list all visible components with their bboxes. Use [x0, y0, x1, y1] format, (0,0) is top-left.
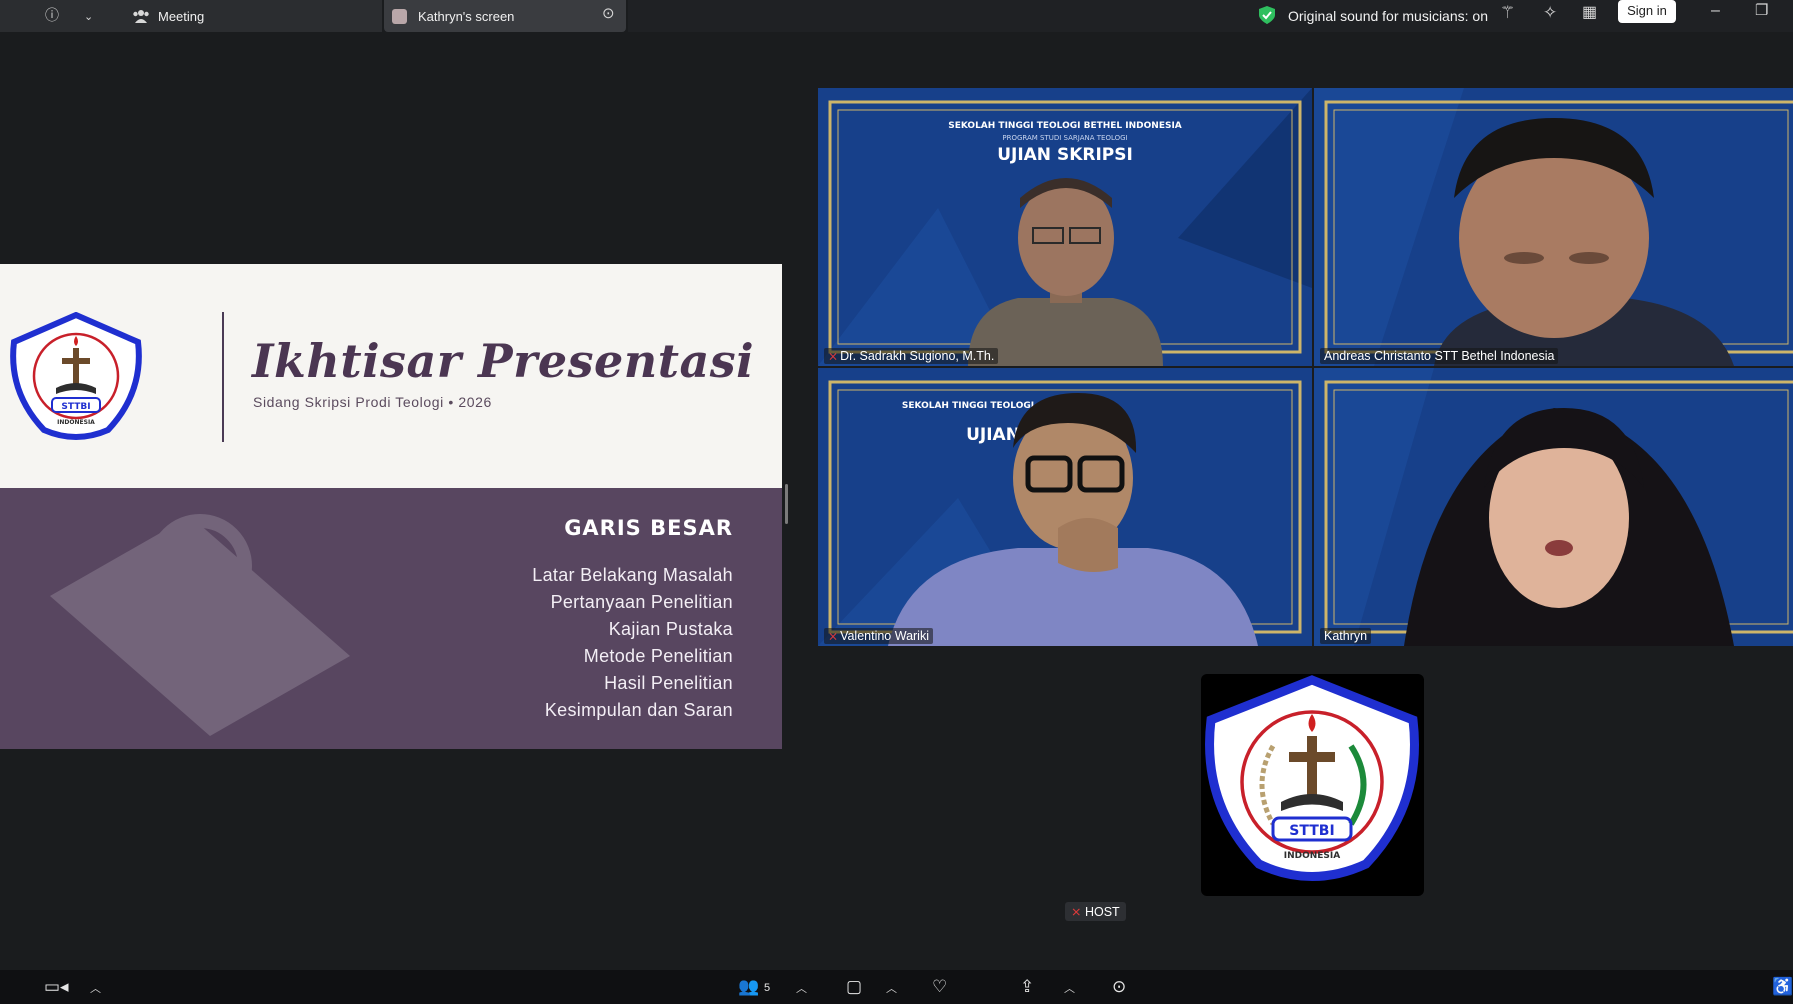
more-icon[interactable]: ⊙: [1112, 977, 1126, 997]
participant-name: ⨯ Valentino Wariki: [824, 628, 933, 644]
tile-background: SEKOLAH TINGGI TEOLOGI BETHEL INDONESIA …: [818, 88, 1312, 366]
magic-wand-icon[interactable]: ⚚: [1500, 4, 1515, 21]
meeting-tab-label: Meeting: [158, 9, 205, 24]
svg-text:STTBI: STTBI: [61, 402, 90, 412]
sttbi-logo: STTBI INDONESIA: [10, 312, 142, 440]
sign-in-button[interactable]: Sign in: [1618, 0, 1676, 23]
list-item: Hasil Penelitian: [604, 673, 733, 693]
share-screen-icon[interactable]: ⇪: [1020, 977, 1034, 997]
muted-mic-icon: ⨯: [828, 349, 839, 363]
meeting-controls-bar: ▭◂ ︿ 👥 ︿ ▢ ︿ ♡ ⇪ ︿ ⊙ ♿: [0, 970, 1793, 1004]
chevron-up-icon[interactable]: ︿: [886, 980, 897, 996]
title-bar: ⓘ ⌄ Meeting Kathryn's screen ⊙ Original …: [0, 0, 1793, 32]
list-item: Kesimpulan dan Saran: [544, 700, 733, 720]
chevron-up-icon[interactable]: ︿: [796, 980, 807, 996]
slide-title: Ikhtisar Presentasi: [252, 334, 755, 388]
sttbi-logo: STTBI INDONESIA: [1205, 675, 1419, 881]
tile-background: [1314, 88, 1793, 366]
accessibility-icon[interactable]: ♿: [1772, 977, 1793, 997]
video-tile[interactable]: SEKOLAH TINGGI TEOLOGI UJIAN ⨯ Valentino …: [818, 368, 1312, 646]
sparkle-icon[interactable]: ✧: [1543, 4, 1557, 21]
restore-icon[interactable]: ❐: [1755, 3, 1768, 19]
video-tile[interactable]: SEKOLAH TINGGI TEOLOGI BETHEL INDONESIA …: [818, 88, 1312, 366]
participant-name: Kathryn: [1320, 628, 1372, 644]
chat-icon[interactable]: ▢: [846, 977, 862, 997]
people-icon: [133, 10, 149, 23]
participants-icon[interactable]: 👥: [738, 977, 759, 997]
svg-text:UJIAN SKRIPSI: UJIAN SKRIPSI: [997, 145, 1133, 165]
minimize-icon[interactable]: –: [1711, 3, 1720, 19]
host-video-off-card[interactable]: STTBI INDONESIA: [1201, 674, 1424, 896]
info-icon[interactable]: ⓘ: [45, 7, 59, 23]
participants-count: 5: [764, 982, 771, 994]
reactions-heart-icon[interactable]: ♡: [932, 977, 947, 997]
muted-mic-icon: ⨯: [828, 629, 839, 643]
panel-resize-handle[interactable]: [785, 484, 788, 524]
list-item: Pertanyaan Penelitian: [550, 592, 733, 612]
svg-text:SEKOLAH TINGGI TEOLOGI BETHEL: SEKOLAH TINGGI TEOLOGI BETHEL INDONESIA: [948, 121, 1182, 131]
list-item: Metode Penelitian: [583, 646, 733, 666]
video-camera-icon[interactable]: ▭◂: [44, 977, 69, 997]
muted-mic-icon: ⨯: [1071, 905, 1085, 919]
video-tile[interactable]: Kathryn: [1314, 368, 1793, 646]
more-options-icon[interactable]: ⊙: [602, 6, 615, 22]
list-item: Kajian Pustaka: [608, 619, 733, 639]
tile-background: [1314, 368, 1793, 646]
shield-check-icon: [1259, 6, 1275, 24]
slide-subtitle: Sidang Skripsi Prodi Teologi • 2026: [253, 394, 492, 410]
chevron-up-icon[interactable]: ︿: [1064, 980, 1075, 996]
tile-background: SEKOLAH TINGGI TEOLOGI UJIAN: [818, 368, 1312, 646]
svg-text:STTBI: STTBI: [1289, 823, 1334, 839]
video-tile[interactable]: Andreas Christanto STT Bethel Indonesia: [1314, 88, 1793, 366]
svg-text:SEKOLAH TINGGI TEOLOGI: SEKOLAH TINGGI TEOLOGI: [902, 401, 1034, 411]
svg-text:INDONESIA: INDONESIA: [57, 419, 95, 426]
avatar: [392, 9, 407, 24]
original-sound-status[interactable]: Original sound for musicians: on: [1288, 8, 1488, 24]
chevron-up-icon[interactable]: ︿: [90, 980, 101, 996]
host-name-label: ⨯ HOST: [1065, 902, 1126, 921]
layout-icon[interactable]: ▦: [1582, 5, 1597, 21]
svg-text:INDONESIA: INDONESIA: [1284, 851, 1341, 861]
list-item: Latar Belakang Masalah: [532, 565, 733, 585]
participant-name: Andreas Christanto STT Bethel Indonesia: [1320, 348, 1559, 364]
svg-text:PROGRAM STUDI SARJANA TEOLOGI: PROGRAM STUDI SARJANA TEOLOGI: [1002, 134, 1127, 142]
screen-tab-label: Kathryn's screen: [418, 9, 515, 24]
outline-list: Latar Belakang Masalah Pertanyaan Peneli…: [532, 562, 733, 724]
title-divider: [222, 312, 224, 442]
participant-name: ⨯ Dr. Sadrakh Sugiono, M.Th.: [824, 348, 999, 364]
chevron-down-icon[interactable]: ⌄: [84, 9, 93, 25]
meeting-tab[interactable]: ⓘ ⌄ Meeting: [0, 0, 382, 32]
document-magnifier-icon: [50, 514, 350, 736]
svg-text:UJIAN: UJIAN: [966, 425, 1020, 445]
outline-heading: GARIS BESAR: [564, 516, 733, 540]
screen-share-tab[interactable]: Kathryn's screen ⊙: [384, 0, 626, 32]
